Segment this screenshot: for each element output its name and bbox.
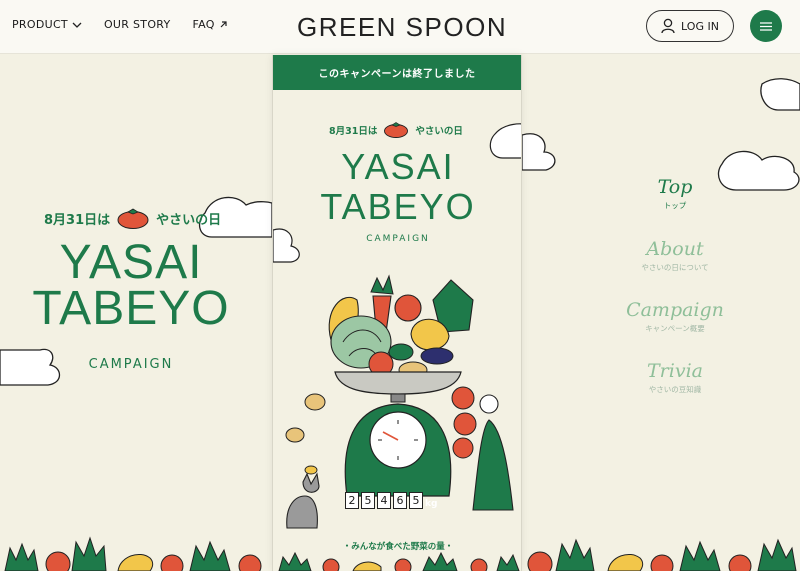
phone-title-line1: YASAI xyxy=(341,146,455,187)
nav-product-label: PRODUCT xyxy=(12,18,68,31)
counter-digit: 4 xyxy=(377,492,391,509)
tomato-icon xyxy=(384,122,409,138)
menu-button[interactable] xyxy=(750,10,782,42)
counter-unit: kg xyxy=(425,499,438,509)
main-nav: PRODUCT OUR STORY FAQ xyxy=(12,18,228,31)
vegetable-counter: 2 5 4 6 5 kg xyxy=(345,492,437,509)
campaign-ended-banner: このキャンペーンは終了しました xyxy=(273,55,521,90)
phone-campaign-label: CAMPAIGN xyxy=(366,234,430,244)
side-nav-top-jp: トップ xyxy=(663,201,687,210)
phone-vegetable-border xyxy=(278,551,520,571)
left-vegetable-border xyxy=(4,536,262,571)
left-title-line2: TABEYO xyxy=(32,282,230,335)
phone-preview[interactable]: このキャンペーンは終了しました 8月31日は やさいの日 YASAI TABEY… xyxy=(272,55,522,571)
phone-date-text: 8月31日は xyxy=(329,125,378,137)
side-nav-trivia-jp: やさいの豆知識 xyxy=(648,385,702,394)
counter-digit: 5 xyxy=(361,492,375,509)
user-icon xyxy=(661,18,675,34)
nav-our-story-label: OUR STORY xyxy=(103,18,171,31)
site-logo[interactable]: GREEN SPOON xyxy=(297,12,507,43)
nav-product[interactable]: PRODUCT xyxy=(12,18,82,31)
nav-faq[interactable]: FAQ xyxy=(193,18,228,31)
counter-digit: 5 xyxy=(409,492,423,509)
side-nav-top-en: Top xyxy=(657,176,693,198)
phone-title-line2: TABEYO xyxy=(320,186,476,227)
side-nav-trivia[interactable]: Trivia やさいの豆知識 xyxy=(600,360,750,395)
tomato-icon xyxy=(117,208,149,229)
side-nav-about-en: About xyxy=(646,238,704,260)
left-campaign-date: 8月31日は やさいの日 xyxy=(44,207,221,229)
side-nav-top[interactable]: Top トップ xyxy=(600,176,750,211)
phone-title: YASAI TABEYO xyxy=(273,146,521,227)
right-clouds xyxy=(522,78,800,191)
counter-digit: 2 xyxy=(345,492,359,509)
login-button[interactable]: LOG IN xyxy=(646,10,734,42)
left-date-suffix: やさいの日 xyxy=(156,212,222,228)
side-nav-campaign[interactable]: Campaign キャンペーン概要 xyxy=(600,299,750,334)
hamburger-icon xyxy=(760,21,772,31)
nav-faq-label: FAQ xyxy=(192,18,215,31)
side-nav-campaign-jp: キャンペーン概要 xyxy=(645,324,705,333)
left-campaign-label: CAMPAIGN xyxy=(88,357,174,372)
site-header: PRODUCT OUR STORY FAQ GREEN SPOON LOG IN xyxy=(0,0,800,54)
chevron-down-icon xyxy=(72,22,82,28)
phone-date-suffix: やさいの日 xyxy=(415,125,463,137)
counter-digit: 6 xyxy=(393,492,407,509)
left-title: YASAI TABEYO xyxy=(20,236,242,335)
login-label: LOG IN xyxy=(681,19,719,33)
external-arrow-icon xyxy=(220,21,227,28)
phone-campaign-date: 8月31日は やさいの日 xyxy=(329,121,463,138)
left-title-line1: YASAI xyxy=(59,236,203,289)
nav-our-story[interactable]: OUR STORY xyxy=(104,18,171,31)
side-nav-about-jp: やさいの日について xyxy=(641,263,709,272)
left-date-text: 8月31日は xyxy=(44,212,111,228)
side-nav-campaign-en: Campaign xyxy=(626,299,724,321)
right-vegetable-border xyxy=(527,538,797,571)
side-nav-trivia-en: Trivia xyxy=(647,360,703,382)
side-nav-about[interactable]: About やさいの日について xyxy=(600,238,750,273)
